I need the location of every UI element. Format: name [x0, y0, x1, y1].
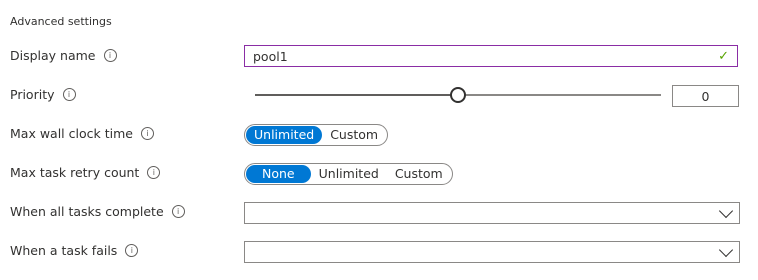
- info-icon[interactable]: i: [103, 49, 117, 62]
- max-wall-clock-toggle: Unlimited Custom: [244, 124, 389, 146]
- info-icon[interactable]: i: [147, 166, 161, 179]
- check-icon: ✓: [718, 48, 729, 64]
- when-task-fails-label-text: When a task fails: [10, 243, 118, 258]
- priority-label-text: Priority: [10, 87, 55, 102]
- priority-slider-fill: [255, 94, 458, 96]
- max-task-retry-label: Max task retry count i: [10, 165, 161, 180]
- when-all-tasks-complete-dropdown[interactable]: [244, 202, 740, 224]
- toggle-option-unlimited[interactable]: Unlimited: [246, 126, 323, 144]
- info-icon[interactable]: i: [140, 127, 154, 140]
- info-icon[interactable]: i: [171, 205, 185, 218]
- toggle-option-none[interactable]: None: [246, 165, 311, 183]
- info-icon[interactable]: i: [125, 244, 139, 257]
- toggle-option-custom[interactable]: Custom: [387, 165, 451, 183]
- toggle-option-unlimited[interactable]: Unlimited: [311, 165, 387, 183]
- when-task-fails-label: When a task fails i: [10, 243, 139, 258]
- chevron-down-icon: [718, 203, 734, 219]
- priority-label: Priority i: [10, 87, 76, 102]
- toggle-option-custom[interactable]: Custom: [322, 126, 386, 144]
- display-name-value: pool1: [253, 48, 288, 64]
- max-wall-clock-label: Max wall clock time i: [10, 126, 154, 141]
- display-name-input[interactable]: pool1 ✓: [244, 45, 738, 67]
- priority-value: 0: [701, 88, 710, 104]
- max-wall-clock-label-text: Max wall clock time: [10, 126, 133, 141]
- when-all-tasks-complete-label: When all tasks complete i: [10, 204, 185, 219]
- when-task-fails-dropdown[interactable]: [244, 241, 740, 263]
- section-title: Advanced settings: [10, 15, 112, 28]
- display-name-label: Display name i: [10, 48, 117, 63]
- priority-slider-thumb[interactable]: [450, 87, 466, 103]
- display-name-label-text: Display name: [10, 48, 96, 63]
- when-all-tasks-complete-label-text: When all tasks complete: [10, 204, 164, 219]
- max-task-retry-label-text: Max task retry count: [10, 165, 140, 180]
- info-icon[interactable]: i: [62, 88, 76, 101]
- max-task-retry-toggle: None Unlimited Custom: [244, 163, 453, 185]
- chevron-down-icon: [718, 242, 734, 258]
- priority-number-input[interactable]: 0: [672, 85, 739, 107]
